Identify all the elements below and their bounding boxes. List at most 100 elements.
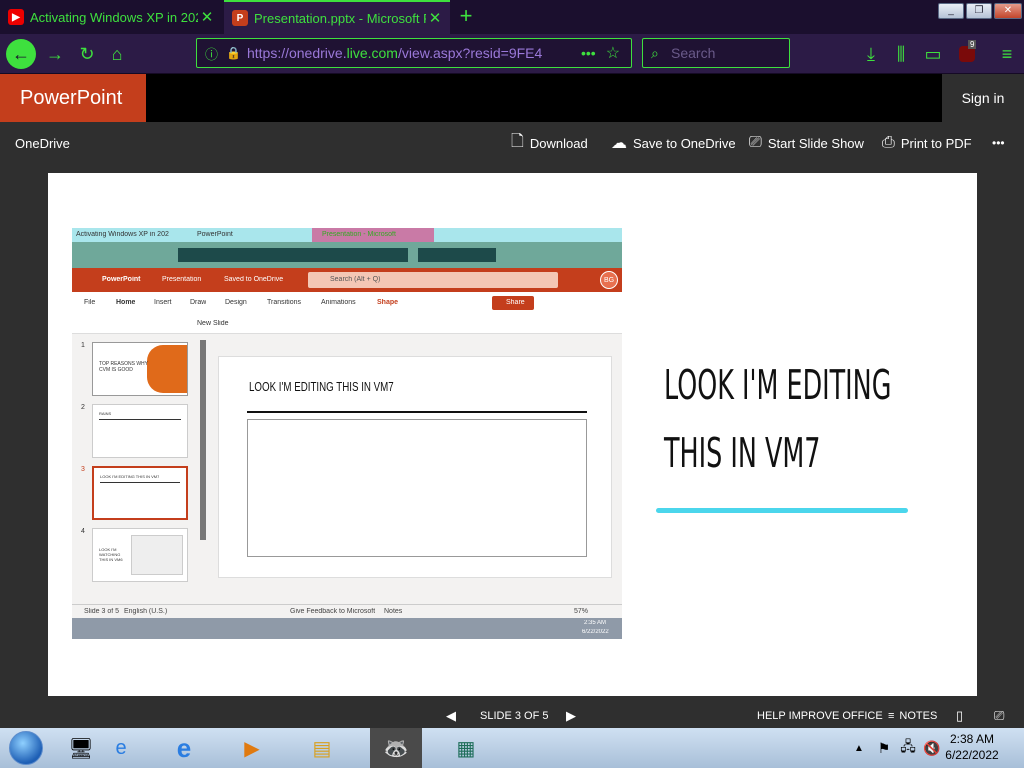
mini-saved-status: Saved to OneDrive xyxy=(224,276,284,283)
show-hidden-icons[interactable]: ▲ xyxy=(852,728,866,768)
mini-thumb-4: LOOK I'M WATCHING THIS IN VM6 xyxy=(92,528,188,582)
reload-button[interactable]: ↻ xyxy=(72,39,102,69)
spreadsheet-app-icon[interactable]: ▦ xyxy=(440,728,492,768)
next-slide-button[interactable]: ▶ xyxy=(566,704,576,728)
printer-icon: ⎙ xyxy=(882,134,895,151)
close-tab-icon[interactable]: ✕ xyxy=(198,8,216,26)
network-icon[interactable]: 🖧 xyxy=(898,728,918,768)
mini-tab: Presentation - Microsoft xyxy=(322,231,396,238)
mini-thumb-3: LOOK I'M EDITING THIS IN VM7 xyxy=(92,466,188,520)
minimize-button[interactable]: _ xyxy=(938,3,964,19)
start-button[interactable] xyxy=(0,728,52,768)
mini-thumbnail-pane: 1 TOP REASONS WHY CVM IS GOOD 2 RAINS 3 … xyxy=(72,334,212,604)
cloud-icon: ☁ xyxy=(611,135,627,152)
mini-scrollbar xyxy=(200,340,206,540)
embedded-screenshot[interactable]: Activating Windows XP in 202 PowerPoint … xyxy=(72,228,622,639)
library-icon[interactable]: ⫼ xyxy=(886,39,916,69)
tab-title: Presentation.pptx - Microsoft P xyxy=(254,10,426,26)
page-actions-icon[interactable]: ••• xyxy=(581,45,596,61)
sign-in-button[interactable]: Sign in xyxy=(942,74,1024,122)
browser-nav-bar: ← → ↻ ⌂ ⓘ 🔒 https://onedrive.live.com/vi… xyxy=(0,34,1024,74)
mini-brand: PowerPoint xyxy=(102,276,141,283)
media-player-icon[interactable]: ▶ xyxy=(226,728,278,768)
mini-ribbon-toolbar: New Slide xyxy=(72,314,622,334)
mini-app-header: PowerPoint Presentation Saved to OneDriv… xyxy=(72,268,622,292)
mini-status-bar: Slide 3 of 5 English (U.S.) Give Feedbac… xyxy=(72,604,622,618)
lock-icon: 🔒 xyxy=(226,46,241,60)
ublock-icon[interactable]: 9 xyxy=(952,39,982,69)
tab-title: Activating Windows XP in 2021 xyxy=(30,9,198,25)
slide-counter: SLIDE 3 OF 5 xyxy=(480,710,549,722)
mini-thumb-1: TOP REASONS WHY CVM IS GOOD xyxy=(92,342,188,396)
powerpoint-icon: P xyxy=(232,10,248,26)
tab-presentation[interactable]: P Presentation.pptx - Microsoft P ✕ xyxy=(224,0,450,34)
windows-taskbar: 🖥 e e ▶ ▤ 🦝 ▦ ▲ ⚑ 🖧 🔇 2:38 AM 6/22/2022 xyxy=(0,728,1024,768)
internet-explorer-icon[interactable]: e xyxy=(158,728,210,768)
mini-doc-title: Presentation xyxy=(162,276,202,283)
mini-avatar: BG xyxy=(600,271,618,289)
save-to-onedrive-button[interactable]: ☁ Save to OneDrive xyxy=(611,122,736,164)
help-improve-office-link[interactable]: HELP IMPROVE OFFICE xyxy=(757,704,883,728)
mini-thumb-2: RAINS xyxy=(92,404,188,458)
search-input[interactable]: ⌕ Search xyxy=(642,38,790,68)
mini-tab-strip: Activating Windows XP in 202 PowerPoint … xyxy=(72,228,622,242)
sidebar-icon[interactable]: ▭ xyxy=(918,39,948,69)
clock-date: 6/22/2022 xyxy=(945,748,999,762)
start-slide-show-button[interactable]: ⎚ Start Slide Show xyxy=(749,122,864,164)
mini-textbox xyxy=(247,419,587,557)
notes-button[interactable]: ≡ NOTES xyxy=(888,704,937,728)
mini-share-button: Share xyxy=(492,296,534,310)
new-tab-button[interactable]: + xyxy=(454,4,478,28)
slide-title: LOOK I'M EDITING THIS IN VM7 xyxy=(664,361,892,477)
show-desktop-icon[interactable]: 🖥 xyxy=(56,728,106,768)
command-bar: OneDrive 🗋 Download ☁ Save to OneDrive ⎚ St… xyxy=(0,122,1024,164)
mini-nav-bar xyxy=(72,242,622,268)
reading-view-icon[interactable]: ▯ xyxy=(956,704,963,728)
mini-tab: Activating Windows XP in 202 xyxy=(76,231,169,238)
search-icon: ⌕ xyxy=(651,45,659,61)
mini-tab: PowerPoint xyxy=(197,231,233,238)
app-brand[interactable]: PowerPoint xyxy=(0,74,146,122)
app-header: PowerPoint Sign in xyxy=(0,74,1024,122)
home-button[interactable]: ⌂ xyxy=(102,39,132,69)
info-icon[interactable]: ⓘ xyxy=(205,44,218,63)
taskbar-clock[interactable]: 2:38 AM 6/22/2022 xyxy=(942,731,1002,763)
menu-icon[interactable]: ≡ xyxy=(992,39,1022,69)
more-options-button[interactable]: ••• xyxy=(992,122,1005,164)
back-button[interactable]: ← xyxy=(6,39,36,69)
title-underline xyxy=(656,508,908,513)
downloads-icon[interactable]: ⤓ xyxy=(856,39,886,69)
slide-show-view-icon[interactable]: ⎚ xyxy=(994,704,1004,728)
maximize-button[interactable]: ❐ xyxy=(966,3,992,19)
mini-address-bar xyxy=(178,248,408,262)
forward-button[interactable]: → xyxy=(40,39,70,69)
print-to-pdf-button[interactable]: ⎙ Print to PDF xyxy=(882,122,972,164)
slide-viewer: Activating Windows XP in 202 PowerPoint … xyxy=(0,164,1024,704)
file-explorer-icon[interactable]: ▤ xyxy=(296,728,348,768)
ublock-count: 9 xyxy=(968,40,977,49)
raccoon-app-icon[interactable]: 🦝 xyxy=(370,728,422,768)
download-button[interactable]: 🗋 Download xyxy=(511,122,588,164)
onedrive-link[interactable]: OneDrive xyxy=(15,122,70,164)
mini-slide: LOOK I'M EDITING THIS IN VM7 xyxy=(218,356,612,578)
slide-canvas: Activating Windows XP in 202 PowerPoint … xyxy=(48,173,977,696)
youtube-icon: ▶ xyxy=(8,9,24,25)
presentation-icon: ⎚ xyxy=(749,134,762,151)
mini-search-box: Search (Alt + Q) xyxy=(308,272,558,288)
url-text[interactable]: https://onedrive.live.com/view.aspx?resi… xyxy=(247,45,577,61)
ie-quicklaunch-icon[interactable]: e xyxy=(106,728,136,768)
tab-activating-windows-xp[interactable]: ▶ Activating Windows XP in 2021 ✕ xyxy=(0,0,222,34)
volume-muted-icon[interactable]: 🔇 xyxy=(922,728,942,768)
browser-tab-strip: ▶ Activating Windows XP in 2021 ✕ P Pres… xyxy=(0,0,1024,34)
window-close-button[interactable]: ✕ xyxy=(994,3,1022,19)
bookmark-star-icon[interactable]: ☆ xyxy=(606,43,620,63)
previous-slide-button[interactable]: ◀ xyxy=(446,704,456,728)
mini-taskbar: 2:35 AM 6/22/2022 xyxy=(72,618,622,639)
mini-ribbon-tabs: File Home Insert Draw Design Transitions… xyxy=(72,292,622,314)
close-tab-icon[interactable]: ✕ xyxy=(426,9,444,27)
mini-search-bar xyxy=(418,248,496,262)
action-center-icon[interactable]: ⚑ xyxy=(874,728,894,768)
status-bar: ◀ SLIDE 3 OF 5 ▶ HELP IMPROVE OFFICE ≡ NO… xyxy=(0,704,1024,728)
address-bar[interactable]: ⓘ 🔒 https://onedrive.live.com/view.aspx?… xyxy=(196,38,632,68)
search-placeholder: Search xyxy=(671,45,716,61)
